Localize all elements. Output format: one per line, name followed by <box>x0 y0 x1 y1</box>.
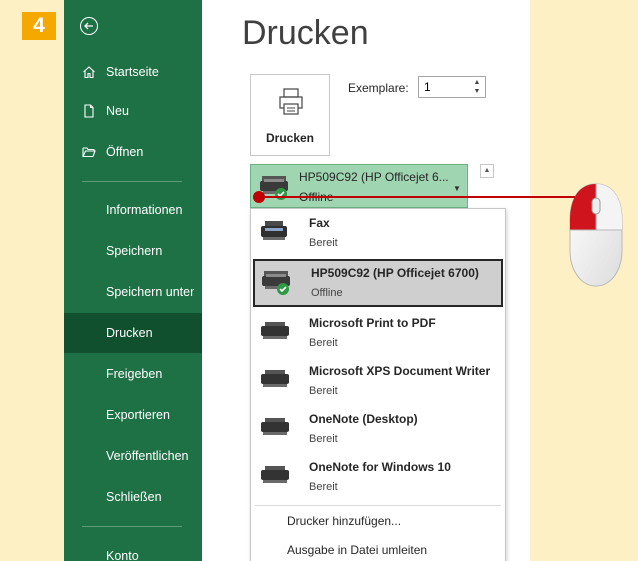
print-to-file-option[interactable]: Ausgabe in Datei umleiten <box>287 543 427 557</box>
sidebar-item-drucken[interactable]: Drucken <box>64 313 202 353</box>
print-button-label: Drucken <box>265 131 315 145</box>
printer-name: Fax <box>309 216 330 230</box>
copies-label: Exemplare: <box>348 81 409 95</box>
printer-name: HP509C92 (HP Officejet 6700) <box>311 266 479 280</box>
sidebar-item-informationen[interactable]: Informationen <box>64 190 202 230</box>
sidebar-divider <box>82 526 182 527</box>
printer-option-onenote-desktop[interactable]: OneNote (Desktop) Bereit <box>251 405 505 453</box>
printer-name: Microsoft XPS Document Writer <box>309 364 491 378</box>
sidebar-item-schliessen[interactable]: Schließen <box>64 477 202 517</box>
sidebar-item-label: Schließen <box>106 490 162 504</box>
mouse-click-icon <box>569 183 623 287</box>
sidebar-item-label: Speichern <box>106 244 163 258</box>
sidebar-item-speichern[interactable]: Speichern <box>64 231 202 271</box>
sidebar-item-startseite[interactable]: Startseite <box>64 52 202 92</box>
sidebar-item-label: Freigeben <box>106 367 163 381</box>
callout-dot <box>253 191 265 203</box>
printer-option-onenote-win10[interactable]: OneNote for Windows 10 Bereit <box>251 453 505 501</box>
printer-name: OneNote (Desktop) <box>309 412 418 426</box>
sidebar-item-label: Konto <box>106 549 139 561</box>
sidebar-item-oeffnen[interactable]: Öffnen <box>64 132 202 172</box>
printer-status: Bereit <box>309 433 338 445</box>
backstage-sidebar: Startseite Neu Öffnen Informationen Spei… <box>64 0 202 561</box>
printer-status: Bereit <box>309 337 338 349</box>
sidebar-item-exportieren[interactable]: Exportieren <box>64 395 202 435</box>
page-title: Drucken <box>242 14 369 52</box>
new-document-icon <box>84 104 94 118</box>
copies-value: 1 <box>424 80 431 94</box>
printer-offline-icon <box>262 271 290 295</box>
selected-printer-name: HP509C92 (HP Officejet 6... <box>299 170 449 184</box>
printer-status: Offline <box>311 287 343 299</box>
printer-icon <box>261 466 289 483</box>
printer-status: Bereit <box>309 385 338 397</box>
printer-status: Bereit <box>309 237 338 249</box>
sidebar-item-speichern-unter[interactable]: Speichern unter <box>64 272 202 312</box>
sidebar-item-label: Drucken <box>106 326 153 340</box>
printer-name: OneNote for Windows 10 <box>309 460 451 474</box>
sidebar-item-freigeben[interactable]: Freigeben <box>64 354 202 394</box>
printer-dropdown-list: Fax Bereit HP509C92 (HP Officejet 6700) … <box>250 208 506 561</box>
print-button[interactable]: Drucken <box>250 74 330 156</box>
excel-backstage: Startseite Neu Öffnen Informationen Spei… <box>64 0 530 561</box>
sidebar-divider <box>82 181 182 182</box>
printer-name: Microsoft Print to PDF <box>309 316 436 330</box>
dropdown-divider <box>255 505 501 506</box>
printer-status: Bereit <box>309 481 338 493</box>
fax-icon <box>261 221 287 240</box>
printer-option-hp509c92[interactable]: HP509C92 (HP Officejet 6700) Offline <box>253 259 503 307</box>
printer-option-ms-pdf[interactable]: Microsoft Print to PDF Bereit <box>251 309 505 357</box>
copies-stepper[interactable]: 1 ▲ ▼ <box>418 76 486 98</box>
sidebar-item-label: Exportieren <box>106 408 170 422</box>
spin-arrows-icon[interactable]: ▲ ▼ <box>473 78 481 96</box>
sidebar-item-konto[interactable]: Konto <box>64 536 202 561</box>
sidebar-item-neu[interactable]: Neu <box>64 91 202 131</box>
printer-select[interactable]: HP509C92 (HP Officejet 6... Offline ▼ <box>250 164 468 208</box>
sidebar-item-label: Öffnen <box>106 145 144 159</box>
sidebar-item-veroeffentlichen[interactable]: Veröffentlichen <box>64 436 202 476</box>
chevron-down-icon: ▼ <box>453 184 461 193</box>
callout-line <box>265 196 575 198</box>
sidebar-item-label: Neu <box>106 104 129 118</box>
back-arrow-icon[interactable] <box>80 17 98 35</box>
print-pane: Drucken Drucken Exemplare: 1 ▲ ▼ HP509C9… <box>202 0 530 561</box>
printer-icon <box>279 88 303 115</box>
scroll-up-button[interactable]: ▲ <box>480 164 494 178</box>
add-printer-link[interactable]: Drucker hinzufügen... <box>287 514 401 528</box>
printer-option-fax[interactable]: Fax Bereit <box>251 209 505 257</box>
sidebar-item-label: Informationen <box>106 203 183 217</box>
printer-option-ms-xps[interactable]: Microsoft XPS Document Writer Bereit <box>251 357 505 405</box>
step-number-badge: 4 <box>22 12 56 40</box>
printer-icon <box>261 418 289 435</box>
open-folder-icon <box>82 147 96 158</box>
sidebar-item-label: Speichern unter <box>106 285 195 299</box>
sidebar-item-label: Startseite <box>106 65 159 79</box>
printer-icon <box>261 322 289 339</box>
home-icon <box>83 66 95 79</box>
sidebar-item-label: Veröffentlichen <box>106 449 189 463</box>
printer-icon <box>261 370 289 387</box>
